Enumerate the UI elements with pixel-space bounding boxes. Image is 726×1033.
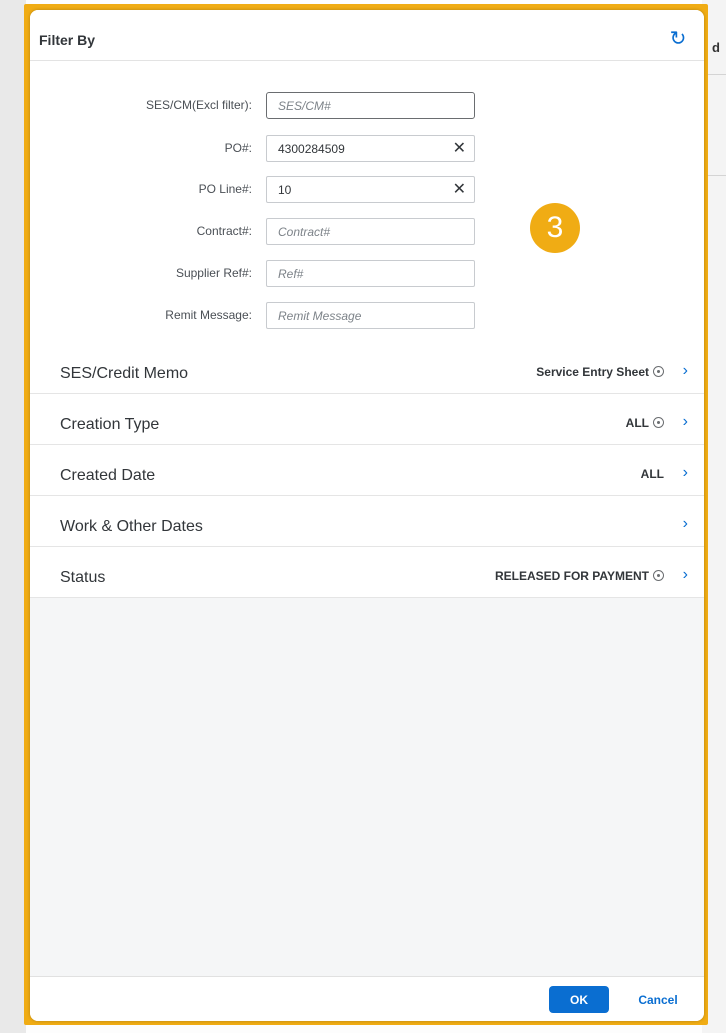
field-row-supplier-ref: Supplier Ref#: <box>30 260 704 290</box>
filter-list: SES/Credit Memo Service Entry Sheet › Cr… <box>30 343 704 598</box>
refresh-icon[interactable]: ↻ <box>667 28 689 50</box>
po-label: PO#: <box>224 141 252 155</box>
chevron-right-icon: › <box>682 566 688 583</box>
field-row-contract: Contract#: <box>30 218 704 248</box>
po-field-wrapper: ✕ <box>266 135 475 162</box>
filter-item-status[interactable]: Status RELEASED FOR PAYMENT › <box>30 547 704 598</box>
step-badge: 3 <box>530 203 580 253</box>
filter-item-created-date[interactable]: Created Date ALL › <box>30 445 704 496</box>
filter-item-label: SES/Credit Memo <box>60 365 189 382</box>
chevron-right-icon: › <box>682 464 688 481</box>
filter-form: SES/CM(Excl filter): PO#: ✕ PO Line#: ✕ … <box>30 61 704 343</box>
po-line-label: PO Line#: <box>198 182 252 196</box>
background-page-left <box>0 0 26 1033</box>
filter-item-creation-type[interactable]: Creation Type ALL › <box>30 394 704 445</box>
ses-cm-input[interactable] <box>267 93 448 118</box>
dialog-footer: OK Cancel <box>30 976 704 1021</box>
info-icon <box>653 417 664 428</box>
chevron-right-icon: › <box>682 362 688 379</box>
ses-cm-field-wrapper <box>266 92 475 119</box>
background-text-fragment: d <box>712 40 720 55</box>
info-icon <box>653 570 664 581</box>
field-row-po: PO#: ✕ <box>30 135 704 165</box>
supplier-ref-label: Supplier Ref#: <box>175 266 252 280</box>
po-line-input[interactable] <box>267 177 448 202</box>
remit-message-label: Remit Message: <box>165 308 252 322</box>
filter-item-value: Service Entry Sheet <box>536 365 649 379</box>
po-clear-icon[interactable]: ✕ <box>453 139 466 159</box>
field-row-ses-cm: SES/CM(Excl filter): <box>30 92 704 122</box>
ses-cm-label: SES/CM(Excl filter): <box>145 98 252 112</box>
filter-item-value-wrapper: ALL <box>641 467 664 481</box>
filter-item-label: Status <box>60 569 106 586</box>
filter-item-value-wrapper: RELEASED FOR PAYMENT <box>495 569 664 583</box>
contract-label: Contract#: <box>196 224 252 238</box>
filter-item-label: Creation Type <box>60 416 160 433</box>
filter-item-value-wrapper: Service Entry Sheet <box>536 365 664 379</box>
po-line-field-wrapper: ✕ <box>266 176 475 203</box>
filter-item-work-other-dates[interactable]: Work & Other Dates › <box>30 496 704 547</box>
po-input[interactable] <box>267 136 448 161</box>
filter-item-value: ALL <box>625 416 649 430</box>
dialog-title: Filter By <box>39 32 96 48</box>
remit-message-input[interactable] <box>267 303 448 328</box>
info-icon <box>653 366 664 377</box>
field-row-remit-message: Remit Message: <box>30 302 704 332</box>
filter-item-value-wrapper: ALL <box>626 416 664 430</box>
filter-item-value: RELEASED FOR PAYMENT <box>494 569 649 583</box>
ok-button[interactable]: OK <box>549 986 609 1013</box>
filter-item-label: Created Date <box>60 467 156 484</box>
supplier-ref-input[interactable] <box>267 261 448 286</box>
cancel-button[interactable]: Cancel <box>626 986 690 1013</box>
remit-message-field-wrapper <box>266 302 475 329</box>
filter-dialog: Filter By ↻ SES/CM(Excl filter): PO#: ✕ … <box>30 10 704 1021</box>
field-row-po-line: PO Line#: ✕ <box>30 176 704 206</box>
dialog-header: Filter By ↻ <box>30 10 704 61</box>
filter-item-label: Work & Other Dates <box>60 518 203 535</box>
po-line-clear-icon[interactable]: ✕ <box>453 180 466 200</box>
chevron-right-icon: › <box>682 515 688 532</box>
contract-field-wrapper <box>266 218 475 245</box>
chevron-right-icon: › <box>682 413 688 430</box>
filter-item-ses-credit-memo[interactable]: SES/Credit Memo Service Entry Sheet › <box>30 343 704 394</box>
filter-item-value: ALL <box>640 467 664 481</box>
supplier-ref-field-wrapper <box>266 260 475 287</box>
contract-input[interactable] <box>267 219 448 244</box>
